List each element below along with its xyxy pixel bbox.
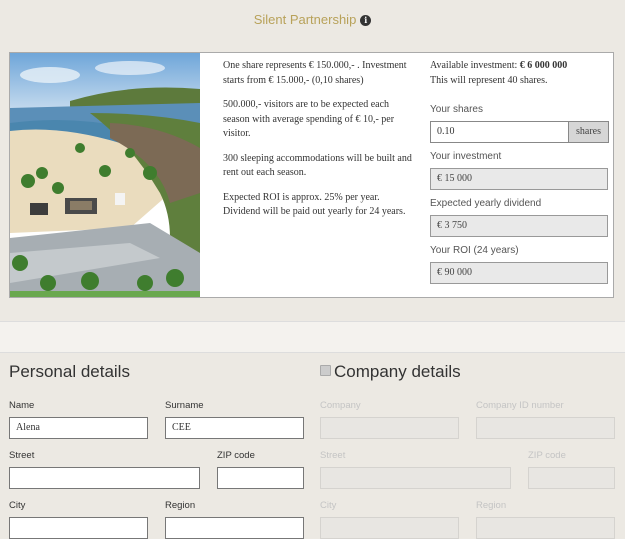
available-value: € 6 000 000 xyxy=(519,60,568,71)
investment-panel: Available investment: € 6 000 000 This w… xyxy=(430,59,610,284)
surname-label: Surname xyxy=(165,400,204,411)
company-street-label: Street xyxy=(320,450,346,461)
your-investment-label: Your investment xyxy=(430,151,502,162)
name-label: Name xyxy=(9,400,35,411)
company-zip-label: ZIP code xyxy=(528,450,566,461)
shares-note: This will represent 40 shares. xyxy=(430,74,548,86)
region-label: Region xyxy=(165,500,196,511)
page-title-text: Silent Partnership xyxy=(253,12,357,27)
company-region-label: Region xyxy=(476,500,507,511)
city-label: City xyxy=(9,500,26,511)
dividend-label: Expected yearly dividend xyxy=(430,198,542,209)
company-region-input[interactable] xyxy=(476,517,615,539)
company-checkbox[interactable] xyxy=(320,365,331,376)
street-label: Street xyxy=(9,450,35,461)
info-icon[interactable]: i xyxy=(360,15,372,27)
description-paragraph: Expected ROI is approx. 25% per year. Di… xyxy=(223,191,406,218)
surname-input[interactable]: CEE xyxy=(165,417,304,439)
dividend-field: € 3 750 xyxy=(430,215,608,237)
company-details-heading: Company details xyxy=(320,362,461,382)
zip-label: ZIP code xyxy=(217,450,255,461)
investment-card: One share represents € 150.000,- . Inves… xyxy=(9,52,614,298)
street-input[interactable] xyxy=(9,467,200,489)
your-investment-field: € 15 000 xyxy=(430,168,608,190)
company-input[interactable] xyxy=(320,417,459,439)
company-city-input[interactable] xyxy=(320,517,459,539)
shares-input[interactable]: 0.10 xyxy=(430,121,569,143)
page-title: Silent Partnership i xyxy=(0,12,625,27)
company-label: Company xyxy=(320,400,361,411)
roi-field: € 90 000 xyxy=(430,262,608,284)
section-divider xyxy=(0,321,625,353)
description-paragraph: 500.000,- visitors are to be expected ea… xyxy=(223,99,395,139)
company-id-input[interactable] xyxy=(476,417,615,439)
description: One share represents € 150.000,- . Inves… xyxy=(223,59,413,230)
description-paragraph: 300 sleeping accommodations will be buil… xyxy=(223,152,412,179)
description-paragraph: One share represents € 150.000,- . Inves… xyxy=(223,60,407,86)
shares-addon: shares xyxy=(569,121,609,143)
company-id-label: Company ID number xyxy=(476,400,564,411)
city-input[interactable] xyxy=(9,517,148,539)
available-investment: Available investment: € 6 000 000 xyxy=(430,59,610,74)
roi-label: Your ROI (24 years) xyxy=(430,245,519,256)
resort-image xyxy=(10,53,200,297)
company-zip-input[interactable] xyxy=(528,467,615,489)
your-shares-label: Your shares xyxy=(430,104,483,115)
company-heading-text: Company details xyxy=(334,362,461,381)
region-input[interactable] xyxy=(165,517,304,539)
name-input[interactable]: Alena xyxy=(9,417,148,439)
available-label: Available investment: xyxy=(430,60,520,71)
company-street-input[interactable] xyxy=(320,467,511,489)
personal-details-heading: Personal details xyxy=(9,362,130,381)
company-city-label: City xyxy=(320,500,337,511)
zip-input[interactable] xyxy=(217,467,304,489)
